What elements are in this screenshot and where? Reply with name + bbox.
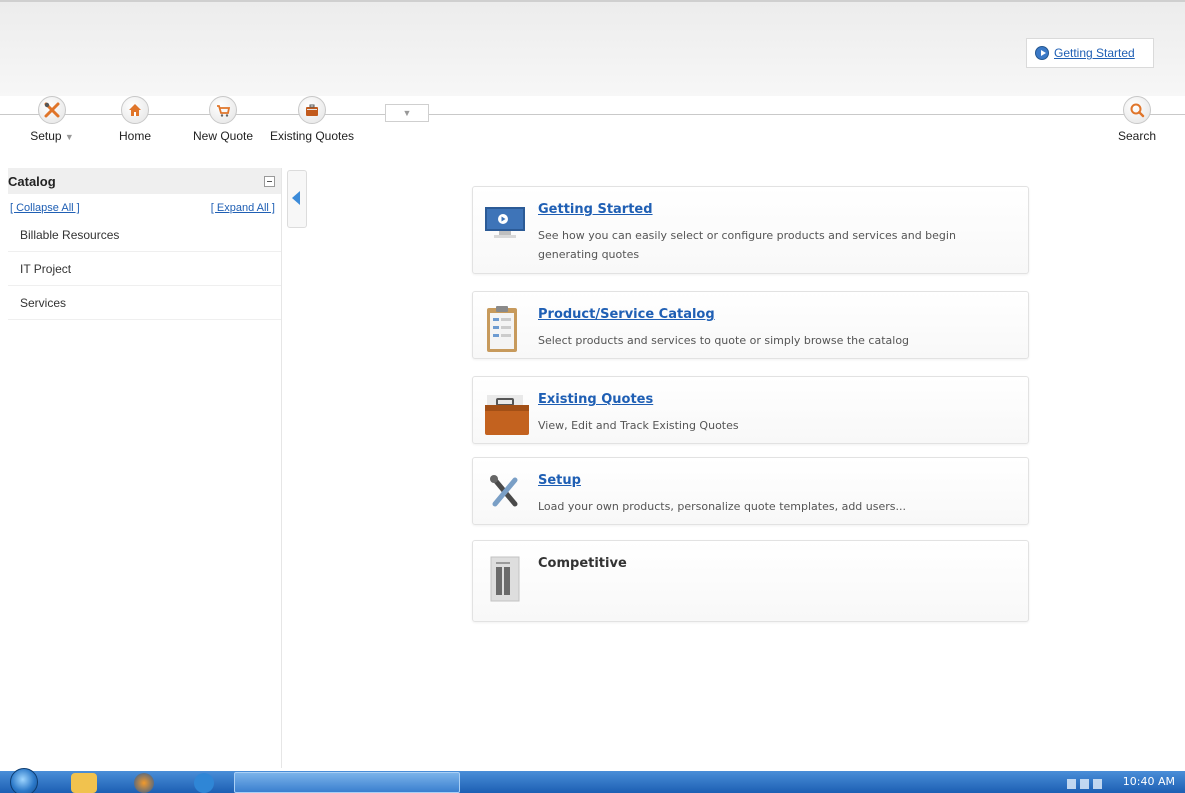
card-existing-quotes[interactable]: Existing Quotes View, Edit and Track Exi… xyxy=(472,376,1029,444)
play-circle-icon xyxy=(1035,46,1049,60)
system-tray-icons[interactable] xyxy=(1067,778,1119,789)
firefox-icon xyxy=(134,773,154,793)
card-title-competitive: Competitive xyxy=(538,556,627,571)
taskbar-clock[interactable]: 10:40 AM xyxy=(1123,775,1175,788)
briefcase-icon xyxy=(298,96,326,124)
search-icon xyxy=(1123,96,1151,124)
document-columns-icon xyxy=(483,553,527,602)
setup-tool-button[interactable]: Setup ▼ xyxy=(22,96,82,143)
card-title-getting-started[interactable]: Getting Started xyxy=(538,202,653,217)
taskbar-explorer-button[interactable] xyxy=(66,772,102,793)
home-tool-label: Home xyxy=(118,129,151,143)
card-desc-setup: Load your own products, personalize quot… xyxy=(538,500,906,513)
home-icon xyxy=(121,96,149,124)
new-quote-tool-label: New Quote xyxy=(192,129,254,143)
clipboard-icon xyxy=(483,304,527,352)
setup-tool-label: Setup xyxy=(30,129,62,143)
card-setup[interactable]: Setup Load your own products, personaliz… xyxy=(472,457,1029,525)
windows-start-icon xyxy=(10,768,38,793)
collapse-all-link[interactable]: [ Collapse All ] xyxy=(10,202,80,214)
card-title-product-service-catalog[interactable]: Product/Service Catalog xyxy=(538,307,715,322)
windows-taskbar: 10:40 AM xyxy=(0,768,1185,793)
tray-network-icon xyxy=(1067,779,1076,789)
existing-quotes-tool-label: Existing Quotes xyxy=(270,129,355,143)
new-quote-tool-button[interactable]: New Quote xyxy=(190,96,256,143)
getting-started-link-box[interactable]: Getting Started xyxy=(1026,38,1154,68)
expand-all-link[interactable]: [ Expand All ] xyxy=(211,202,275,214)
monitor-play-icon xyxy=(483,199,527,243)
card-product-service-catalog[interactable]: Product/Service Catalog Select products … xyxy=(472,291,1029,359)
card-title-existing-quotes[interactable]: Existing Quotes xyxy=(538,392,653,407)
toolbar-divider xyxy=(0,114,1185,115)
tray-flag-icon xyxy=(1080,779,1089,789)
toolbar-more-dropdown[interactable]: ▼ xyxy=(385,104,429,122)
home-tool-button[interactable]: Home xyxy=(110,96,160,143)
taskbar-active-window-button[interactable] xyxy=(234,772,460,793)
dropdown-caret-icon[interactable]: ▼ xyxy=(65,132,74,142)
card-getting-started[interactable]: Getting Started See how you can easily s… xyxy=(472,186,1029,274)
existing-quotes-tool-button[interactable]: Existing Quotes xyxy=(270,96,354,143)
getting-started-link[interactable]: Getting Started xyxy=(1054,46,1135,60)
catalog-list: Billable Resources IT Project Services xyxy=(8,218,281,320)
catalog-header: Catalog xyxy=(8,168,281,194)
catalog-item-services[interactable]: Services xyxy=(8,286,281,320)
sidebar-collapse-toggle[interactable] xyxy=(287,170,307,228)
internet-explorer-icon xyxy=(194,773,214,793)
search-tool-button[interactable]: Search xyxy=(1112,96,1162,143)
taskbar-firefox-button[interactable] xyxy=(126,772,162,793)
card-desc-getting-started: See how you can easily select or configu… xyxy=(538,229,956,261)
catalog-title: Catalog xyxy=(8,173,56,189)
search-tool-label: Search xyxy=(1117,129,1157,143)
card-desc-product-service-catalog: Select products and services to quote or… xyxy=(538,334,910,347)
cart-icon xyxy=(209,96,237,124)
card-desc-existing-quotes: View, Edit and Track Existing Quotes xyxy=(538,419,739,432)
wrench-screwdriver-icon xyxy=(483,470,527,514)
card-competitive[interactable]: Competitive xyxy=(472,540,1029,622)
tray-volume-icon xyxy=(1093,779,1102,789)
briefcase-icon xyxy=(483,389,529,435)
header-band: Getting Started xyxy=(0,0,1185,96)
wrench-screwdriver-icon xyxy=(38,96,66,124)
start-button[interactable] xyxy=(6,768,42,793)
catalog-item-it-project[interactable]: IT Project xyxy=(8,252,281,286)
catalog-actions: [ Collapse All ] [ Expand All ] xyxy=(8,194,281,214)
catalog-item-billable-resources[interactable]: Billable Resources xyxy=(8,218,281,252)
taskbar-ie-button[interactable] xyxy=(186,772,222,793)
card-title-setup[interactable]: Setup xyxy=(538,473,581,488)
catalog-sidebar: Catalog [ Collapse All ] [ Expand All ] … xyxy=(8,168,282,768)
folder-icon xyxy=(71,773,97,793)
main-toolbar: Setup ▼ Home New Quote Existing Quotes ▼… xyxy=(0,96,1185,156)
minimize-icon[interactable] xyxy=(264,175,275,187)
